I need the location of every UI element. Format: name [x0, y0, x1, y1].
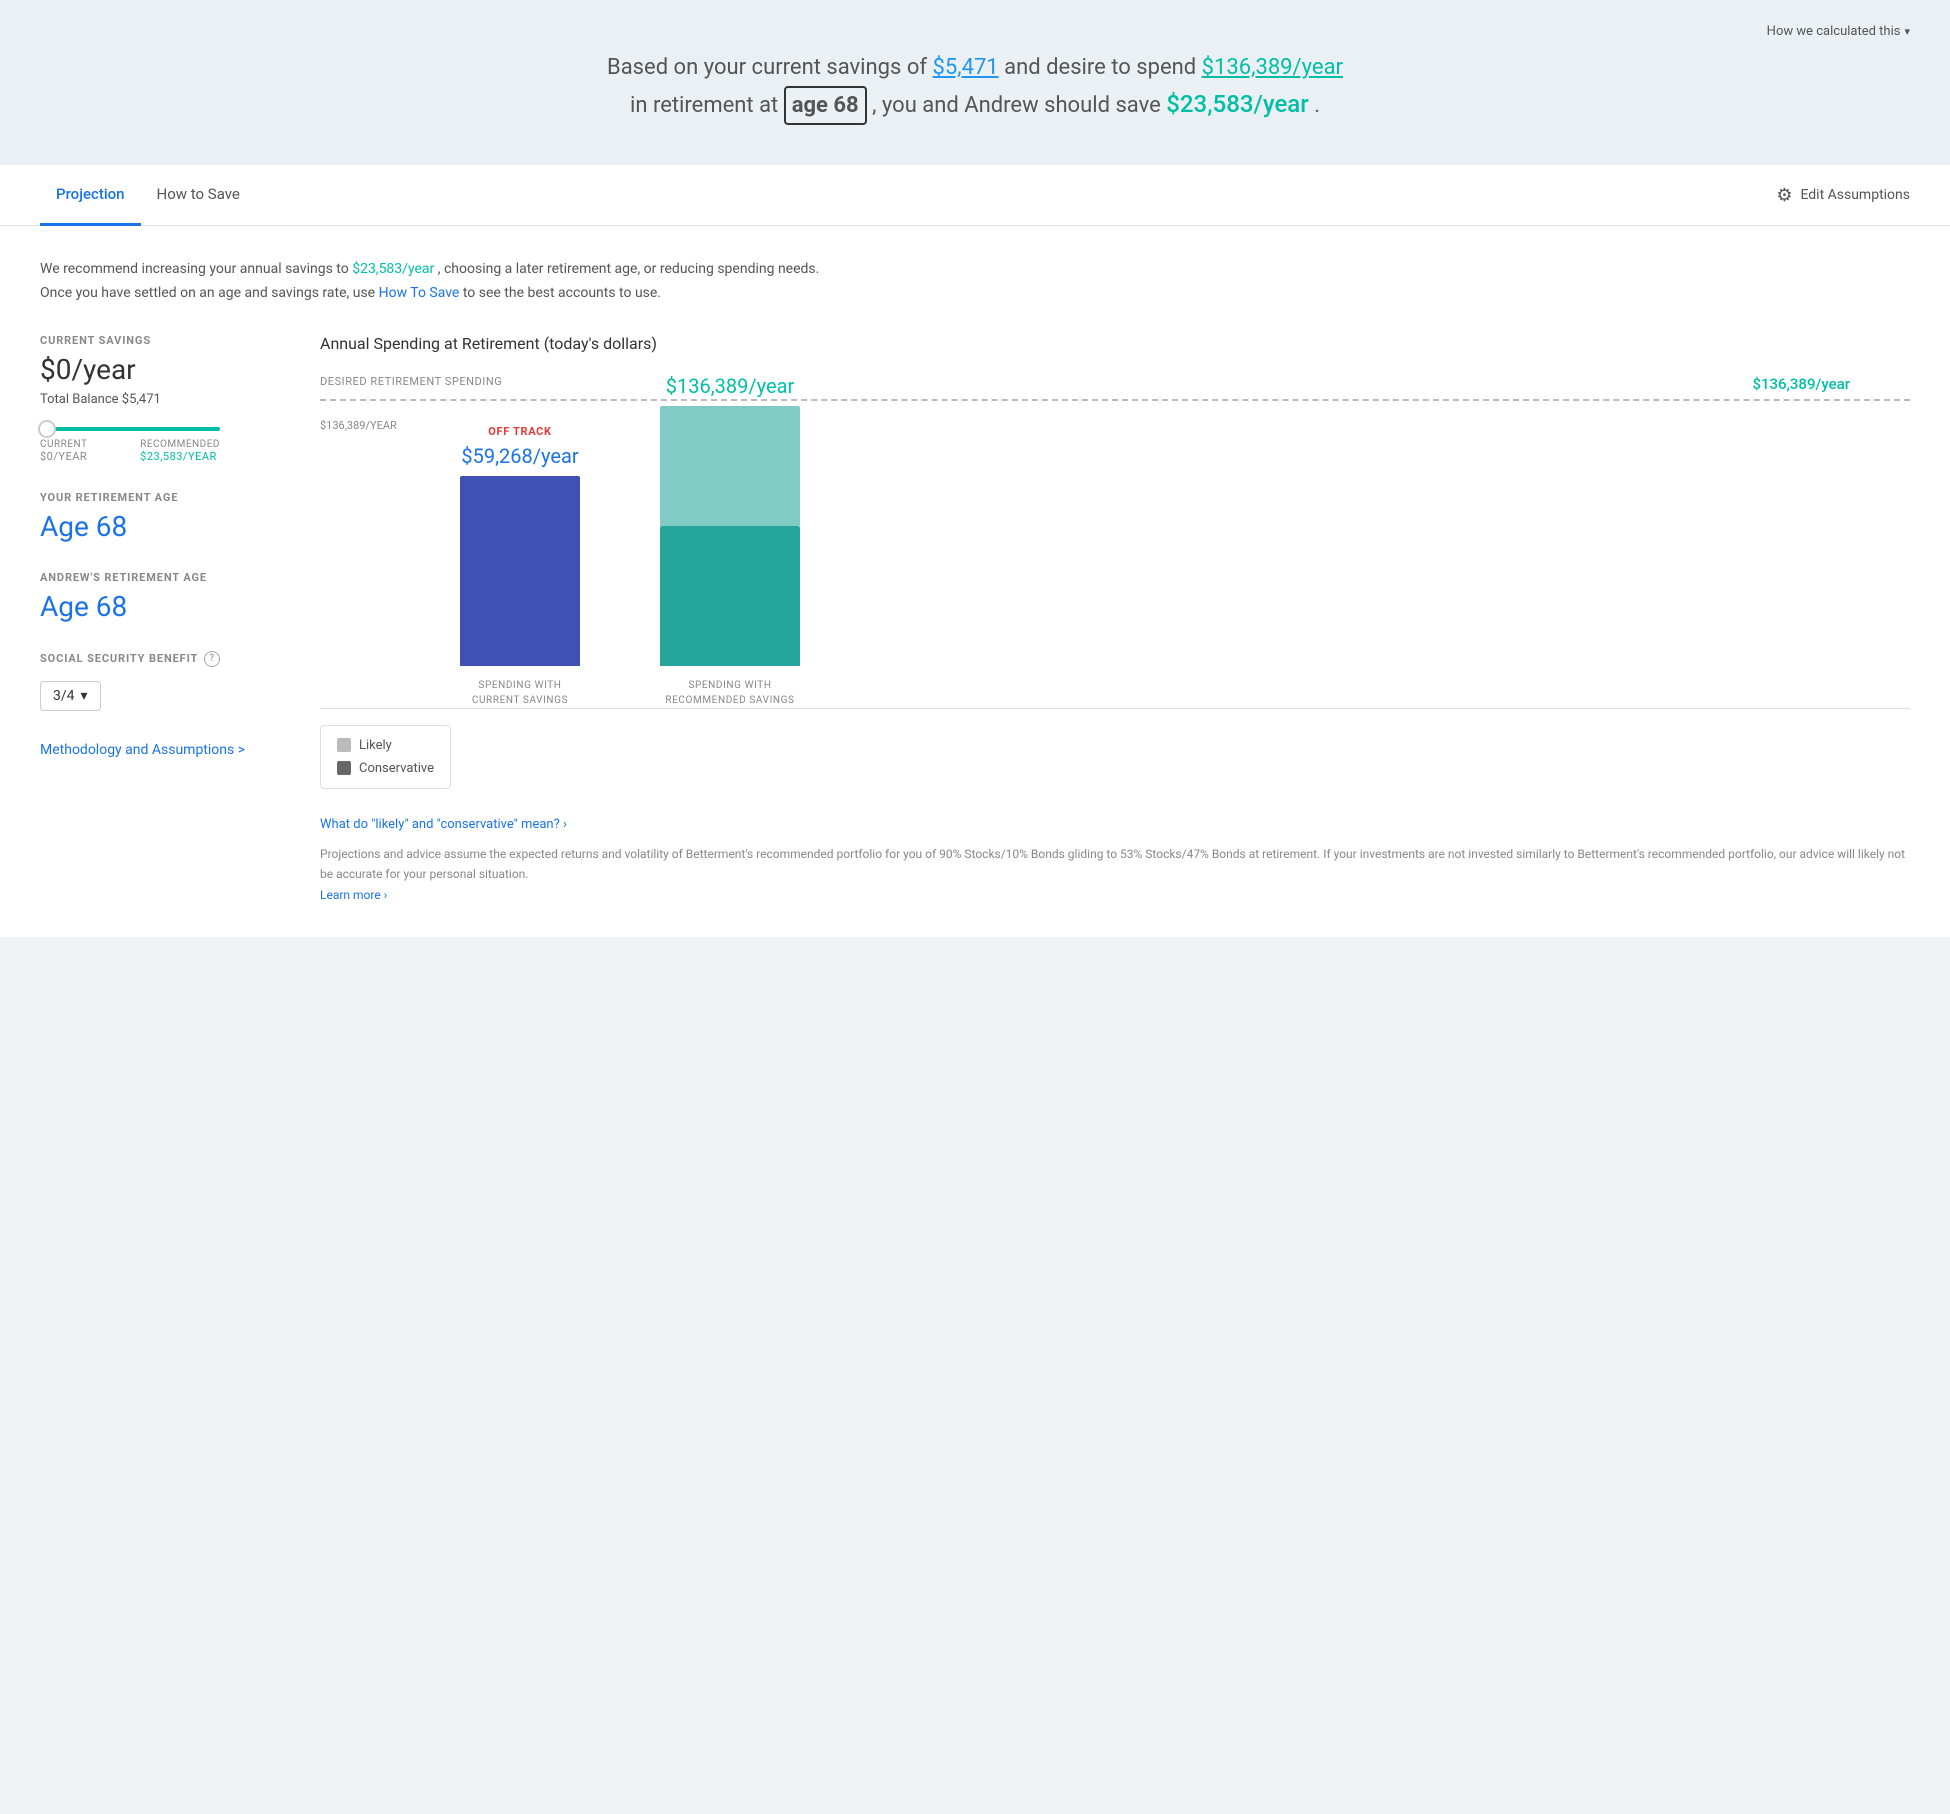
content-grid: Current Savings $0/year Total Balance $5…	[40, 334, 1910, 905]
likely-swatch	[337, 738, 351, 752]
slider-track[interactable]	[40, 427, 220, 431]
faq-link[interactable]: What do "likely" and "conservative" mean…	[320, 817, 1910, 832]
bar-blue	[460, 476, 580, 666]
legend-likely: Likely	[337, 738, 434, 753]
andrew-age-label: Andrew's Retirement Age	[40, 571, 280, 584]
rec-part1: We recommend increasing your annual savi…	[40, 261, 349, 277]
how-to-save-link[interactable]: How To Save	[379, 285, 460, 301]
retirement-age-value: Age 68	[40, 510, 280, 543]
current-savings-label: Current Savings	[40, 334, 280, 347]
likely-label: Likely	[359, 738, 392, 753]
rec-amount: $23,583/year	[352, 261, 434, 277]
legend-conservative: Conservative	[337, 761, 434, 776]
how-calculated-button[interactable]: How we calculated this ▾	[1767, 24, 1910, 39]
summary-part2: and desire to spend	[1004, 55, 1196, 80]
disclaimer-text: Projections and advice assume the expect…	[320, 844, 1910, 905]
desired-spend-link[interactable]: $136,389/year	[1202, 55, 1343, 80]
ss-benefit-section: Social Security Benefit ? 3/4 ▾	[40, 651, 280, 711]
andrew-age-value: Age 68	[40, 590, 280, 623]
bar-green-top	[660, 406, 800, 526]
ss-dropdown[interactable]: 3/4 ▾	[40, 681, 101, 711]
question-icon[interactable]: ?	[204, 651, 220, 667]
rec-part3: Once you have settled on an age and savi…	[40, 285, 375, 301]
summary-text: Based on your current savings of $5,471 …	[575, 30, 1375, 125]
how-calculated-label: How we calculated this	[1767, 24, 1901, 39]
bar-current-savings: OFF TRACK $59,268/year SPENDING WITHCURR…	[460, 425, 580, 708]
chevron-down-icon: ▾	[81, 688, 88, 704]
current-savings-value: $0/year	[40, 353, 280, 386]
tab-projection[interactable]: Projection	[40, 165, 141, 226]
ss-label: Social Security Benefit ?	[40, 651, 280, 667]
slider-recommended-label: Recommended $23,583/year	[140, 439, 220, 463]
current-savings-link[interactable]: $5,471	[933, 55, 999, 80]
summary-part4: , you and Andrew should save	[872, 93, 1161, 118]
slider-current-label: Current $0/year	[40, 439, 87, 463]
slider-labels: Current $0/year Recommended $23,583/year	[40, 439, 220, 463]
summary-part5: .	[1314, 93, 1320, 118]
bar-green-bottom	[660, 526, 800, 666]
edit-assumptions-label: Edit Assumptions	[1800, 187, 1910, 203]
bar2-caption: SPENDING WITHRECOMMENDED SAVINGS	[665, 678, 794, 708]
methodology-link[interactable]: Methodology and Assumptions >	[40, 739, 280, 761]
total-balance: Total Balance $5,471	[40, 392, 280, 407]
tabs-bar: Projection How to Save ⚙ Edit Assumption…	[0, 165, 1950, 226]
andrew-age-section: Andrew's Retirement Age Age 68	[40, 571, 280, 623]
bar-green-wrapper	[660, 406, 800, 666]
savings-slider-container	[40, 427, 280, 431]
rec-part4: to see the best accounts to use.	[463, 285, 661, 301]
slider-thumb[interactable]	[38, 420, 56, 438]
main-content: We recommend increasing your annual savi…	[0, 226, 1950, 937]
conservative-label: Conservative	[359, 761, 434, 776]
edit-assumptions-button[interactable]: ⚙ Edit Assumptions	[1776, 185, 1910, 206]
summary-part1: Based on your current savings of	[607, 55, 927, 80]
disclaimer-content: Projections and advice assume the expect…	[320, 847, 1905, 881]
bar-recommended-savings: $136,389/year SPENDING WITHRECOMMENDED S…	[660, 374, 800, 708]
bar1-caption: SPENDING WITHCURRENT SAVINGS	[472, 678, 568, 708]
slider-fill	[40, 427, 220, 431]
retirement-age-highlight: age 68	[784, 86, 867, 125]
off-track-label: OFF TRACK	[488, 425, 551, 438]
retirement-age-label: Your Retirement Age	[40, 491, 280, 504]
tab-how-to-save[interactable]: How to Save	[141, 165, 256, 226]
summary-part3: in retirement at	[630, 93, 778, 118]
chevron-down-icon: ▾	[1904, 25, 1910, 38]
retirement-age-section: Your Retirement Age Age 68	[40, 491, 280, 543]
learn-more-link[interactable]: Learn more ›	[320, 888, 387, 902]
ss-value: 3/4	[53, 688, 75, 704]
current-savings-section: Current Savings $0/year Total Balance $5…	[40, 334, 280, 463]
summary-bar: How we calculated this ▾ Based on your c…	[0, 0, 1950, 165]
recommendation-text: We recommend increasing your annual savi…	[40, 258, 1910, 306]
right-panel: Annual Spending at Retirement (today's d…	[320, 334, 1910, 905]
conservative-swatch	[337, 761, 351, 775]
recommended-savings-amount: $23,583/year	[1166, 90, 1308, 118]
left-panel: Current Savings $0/year Total Balance $5…	[40, 334, 280, 905]
bar1-value: $59,268/year	[461, 444, 578, 468]
sliders-icon: ⚙	[1776, 185, 1792, 206]
bar2-value: $136,389/year	[666, 374, 794, 398]
rec-part2: , choosing a later retirement age, or re…	[438, 261, 820, 277]
legend-box: Likely Conservative	[320, 725, 451, 789]
chart-title: Annual Spending at Retirement (today's d…	[320, 334, 1910, 353]
